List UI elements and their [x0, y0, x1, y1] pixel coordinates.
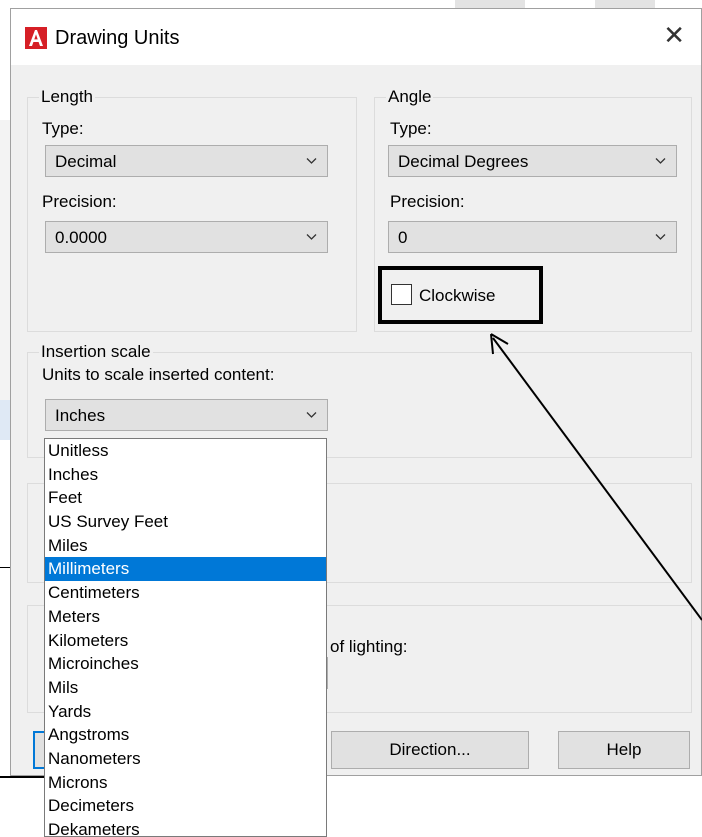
angle-precision-value: 0	[398, 228, 408, 247]
list-item[interactable]: Decimeters	[45, 794, 326, 818]
insertion-units-listbox[interactable]: Unitless Inches Feet US Survey Feet Mile…	[44, 438, 327, 837]
list-item[interactable]: Microinches	[45, 652, 326, 676]
list-item[interactable]: Nanometers	[45, 747, 326, 771]
close-icon[interactable]: ✕	[663, 23, 685, 49]
list-item[interactable]: Dekameters	[45, 818, 326, 836]
list-item[interactable]: US Survey Feet	[45, 510, 326, 534]
angle-type-dropdown[interactable]: Decimal Degrees	[388, 145, 677, 177]
angle-type-label: Type:	[390, 119, 432, 138]
chevron-down-icon	[306, 412, 317, 418]
insertion-units-dropdown[interactable]: Inches	[45, 399, 328, 431]
angle-precision-dropdown[interactable]: 0	[388, 221, 677, 253]
background-underline	[0, 776, 44, 778]
chevron-down-icon	[655, 158, 666, 164]
chevron-down-icon	[306, 234, 317, 240]
insertion-units-label: Units to scale inserted content:	[42, 365, 275, 384]
background-app-strip	[0, 120, 10, 400]
length-precision-label: Precision:	[42, 192, 117, 211]
list-item[interactable]: Meters	[45, 605, 326, 629]
title-bar[interactable]: Drawing Units ✕	[11, 9, 701, 65]
direction-button[interactable]: Direction...	[331, 731, 529, 769]
angle-type-value: Decimal Degrees	[398, 152, 529, 171]
help-button[interactable]: Help	[558, 731, 690, 769]
chevron-down-icon	[655, 234, 666, 240]
list-item[interactable]: Miles	[45, 534, 326, 558]
autocad-app-icon	[25, 27, 47, 49]
list-item[interactable]: Mils	[45, 676, 326, 700]
insertion-scale-legend: Insertion scale	[39, 342, 153, 362]
list-item[interactable]: Unitless	[45, 439, 326, 463]
list-item[interactable]: Centimeters	[45, 581, 326, 605]
length-type-value: Decimal	[55, 152, 117, 171]
background-app-selection	[0, 400, 10, 440]
list-item[interactable]: Inches	[45, 463, 326, 487]
length-group-legend: Length	[39, 87, 95, 107]
lighting-units-label: of lighting:	[330, 637, 408, 656]
list-item[interactable]: Kilometers	[45, 629, 326, 653]
list-item[interactable]: Angstroms	[45, 723, 326, 747]
angle-precision-label: Precision:	[390, 192, 465, 211]
background-divider	[0, 567, 10, 568]
dialog-title: Drawing Units	[55, 27, 180, 49]
insertion-units-value: Inches	[55, 406, 106, 425]
clockwise-label[interactable]: Clockwise	[419, 286, 496, 306]
length-type-label: Type:	[42, 119, 84, 138]
length-precision-dropdown[interactable]: 0.0000	[45, 221, 328, 253]
angle-group-legend: Angle	[386, 87, 434, 107]
chevron-down-icon	[306, 158, 317, 164]
list-item[interactable]: Yards	[45, 700, 326, 724]
length-type-dropdown[interactable]: Decimal	[45, 145, 328, 177]
screenshot-stage: Drawing Units ✕ Length Type: Decimal Pre…	[0, 0, 702, 837]
list-item-selected[interactable]: Millimeters	[45, 557, 326, 582]
length-precision-value: 0.0000	[55, 228, 107, 247]
clockwise-checkbox[interactable]	[391, 284, 412, 305]
list-item[interactable]: Feet	[45, 486, 326, 510]
list-item[interactable]: Microns	[45, 771, 326, 795]
